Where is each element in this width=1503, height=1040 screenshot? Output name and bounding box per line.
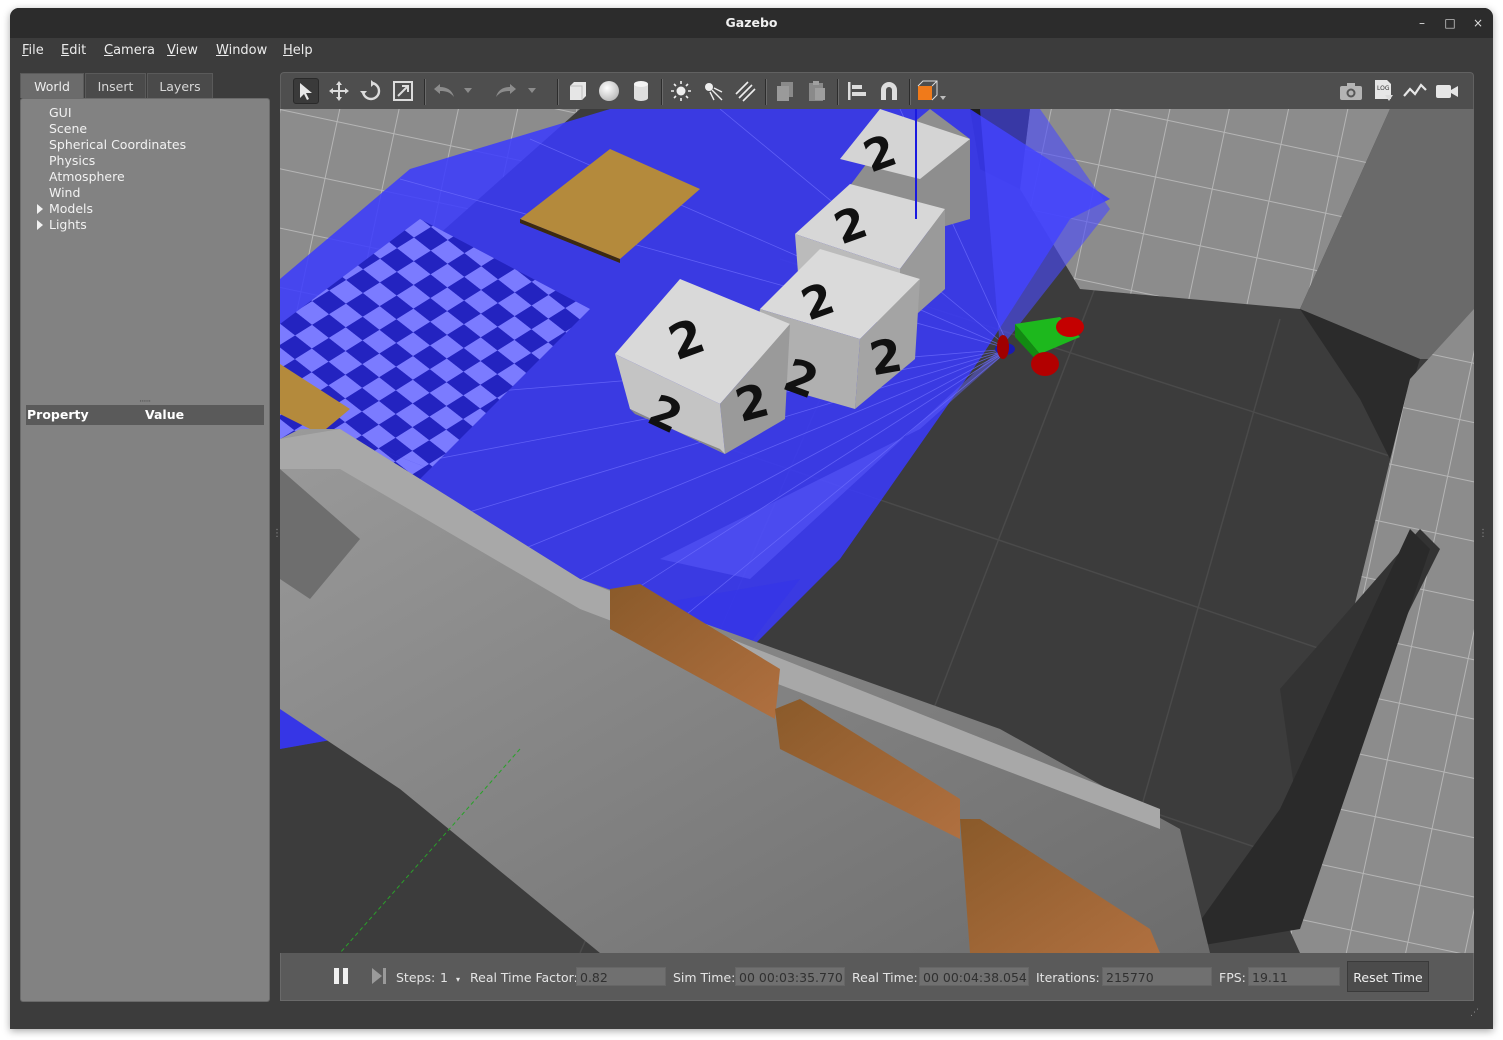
scale-icon[interactable] [390,78,416,104]
gazebo-window: Gazebo – □ × File Edit Camera View Windo… [10,8,1493,1029]
menu-file[interactable]: File [22,43,44,58]
steps-label: Steps: [396,970,436,985]
svg-text:LOG: LOG [1377,85,1390,92]
window-title: Gazebo [725,15,778,30]
simulation-status-bar: Steps: 1 ▾ Real Time Factor: 0.82 Sim Ti… [280,953,1474,1001]
box-icon[interactable] [564,78,590,104]
translate-icon[interactable] [326,78,352,104]
copy-icon[interactable] [772,78,798,104]
spot-light-icon[interactable] [700,78,726,104]
select-arrow-icon[interactable] [293,78,319,104]
real-time-field: 00 00:04:38.054 [919,967,1029,986]
iterations-label: Iterations: [1036,970,1100,985]
toolbar-separator [661,79,663,105]
menu-help[interactable]: Help [283,43,313,58]
plot-icon[interactable] [1402,78,1428,104]
video-record-icon[interactable] [1434,78,1460,104]
tree-item-spherical-coordinates[interactable]: Spherical Coordinates [49,137,186,152]
tree-item-models-label: Models [49,201,94,216]
redo-icon[interactable] [493,78,519,104]
tree-item-lights-label: Lights [49,217,87,232]
paste-icon[interactable] [804,78,830,104]
menu-edit[interactable]: Edit [61,43,86,58]
property-table-header: Property Value [26,405,264,425]
spin-arrow-icon[interactable]: ▾ [456,975,460,984]
expand-arrow-icon[interactable] [37,204,43,214]
cylinder-icon[interactable] [628,78,654,104]
redo-dropdown-icon[interactable] [525,78,539,104]
right-splitter-grip[interactable]: ⋮ [1478,528,1488,539]
real-time-factor-label: Real Time Factor: [470,970,578,985]
fps-field: 19.11 [1248,967,1340,986]
iterations-field: 215770 [1102,967,1212,986]
tab-world[interactable]: World [20,73,84,98]
steps-value: 1 [440,970,448,985]
resize-grip-icon[interactable]: ⋰ [1470,1008,1479,1018]
tree-item-atmosphere[interactable]: Atmosphere [49,169,125,184]
screenshot-icon[interactable] [1338,78,1364,104]
tree-item-lights[interactable]: Lights [37,217,87,232]
minimize-button[interactable]: – [1412,13,1432,33]
real-time-label: Real Time: [852,970,918,985]
tab-layers[interactable]: Layers [147,73,213,98]
menu-camera[interactable]: Camera [104,43,155,58]
tab-insert[interactable]: Insert [85,73,146,98]
value-column-header[interactable]: Value [145,407,184,422]
rotate-icon[interactable] [358,78,384,104]
menu-window[interactable]: Window [216,43,267,58]
point-light-icon[interactable] [668,78,694,104]
sphere-icon[interactable] [596,78,622,104]
toolbar-separator [837,79,839,105]
toolbar-separator [557,79,559,105]
scene-render: 2 2 2 2 2 2 2 2 [280,109,1474,953]
tree-item-physics[interactable]: Physics [49,153,95,168]
align-icon[interactable] [844,78,870,104]
pause-icon[interactable] [333,967,349,988]
scene-viewport[interactable]: 2 2 2 2 2 2 2 2 [280,109,1474,953]
maximize-button[interactable]: □ [1440,13,1460,33]
tree-item-gui[interactable]: GUI [49,105,72,120]
snap-icon[interactable] [876,78,902,104]
property-column-header[interactable]: Property [27,407,89,422]
menu-view[interactable]: View [167,43,198,58]
sim-time-label: Sim Time: [673,970,736,985]
tree-item-models[interactable]: Models [37,201,94,216]
close-button[interactable]: × [1468,13,1488,33]
directional-light-icon[interactable] [732,78,758,104]
sim-time-field: 00 00:03:35.770 [735,967,845,986]
steps-spinbox[interactable]: 1 ▾ [440,970,460,985]
view-angle-icon[interactable] [914,78,948,104]
fps-label: FPS: [1219,970,1246,985]
viewport-toolbar: LOG [280,72,1474,109]
menu-bar: File Edit Camera View Window Help [10,38,1493,64]
real-time-factor-field: 0.82 [576,967,666,986]
toolbar-separator [765,79,767,105]
step-forward-icon[interactable] [371,967,387,988]
toolbar-separator [424,79,426,105]
reset-time-button[interactable]: Reset Time [1347,961,1429,992]
tree-item-scene[interactable]: Scene [49,121,87,136]
undo-dropdown-icon[interactable] [461,78,475,104]
undo-icon[interactable] [431,78,457,104]
expand-arrow-icon[interactable] [37,220,43,230]
tree-item-wind[interactable]: Wind [49,185,80,200]
log-icon[interactable]: LOG [1370,78,1396,104]
toolbar-separator [909,79,911,105]
title-bar: Gazebo – □ × [10,8,1493,38]
world-panel: GUI Scene Spherical Coordinates Physics … [20,98,270,1002]
